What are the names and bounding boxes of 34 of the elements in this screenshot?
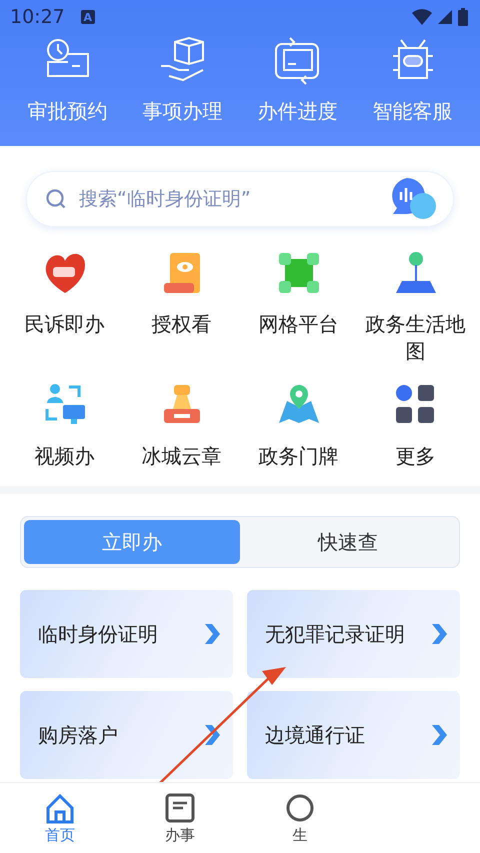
search-field[interactable]: 搜索“临时身份证明” [26, 171, 454, 227]
battery-icon [458, 8, 468, 26]
chevron-icon [430, 723, 448, 747]
chevron-icon [430, 622, 448, 646]
service-card[interactable]: 边境通行证 [247, 691, 460, 779]
service-label[interactable]: 政务门牌 [258, 443, 338, 470]
search-icon [45, 188, 67, 210]
chevron-icon [203, 723, 221, 747]
service-card[interactable]: 无犯罪记录证明 [247, 590, 460, 678]
card-title: 临时身份证明 [38, 620, 158, 648]
service-label[interactable]: 民诉即办 [24, 311, 104, 338]
service-label[interactable]: 冰城云章 [142, 443, 222, 470]
service-card[interactable]: 临时身份证明 [20, 590, 233, 678]
nav-tab[interactable]: 办事 [120, 783, 240, 853]
service-label[interactable]: 更多 [396, 443, 436, 470]
service-label[interactable]: 视频办 [34, 443, 94, 470]
service-label[interactable]: 网格平台 [258, 311, 338, 338]
status-time: 10:27 [10, 6, 65, 28]
signal-icon [438, 10, 452, 24]
service-label[interactable]: 授权看 [152, 311, 212, 338]
nav-tab[interactable]: 首页 [0, 783, 120, 853]
card-title: 边境通行证 [265, 722, 365, 748]
card-title: 购房落户 [38, 722, 118, 748]
service-label[interactable]: 政务生活地图 [360, 311, 472, 365]
wifi-icon [412, 9, 432, 25]
card-title: 无犯罪记录证明 [265, 620, 405, 648]
home-icon [44, 792, 76, 824]
service-card[interactable]: 购房落户 [20, 691, 233, 779]
nav-tab[interactable]: 生 [240, 783, 360, 853]
segment-tab[interactable]: 快速查 [240, 520, 456, 564]
search-input[interactable]: 搜索“临时身份证明” [77, 187, 377, 211]
chevron-icon [203, 622, 221, 646]
doc-icon [164, 792, 196, 824]
notification-badge: A [80, 10, 95, 24]
